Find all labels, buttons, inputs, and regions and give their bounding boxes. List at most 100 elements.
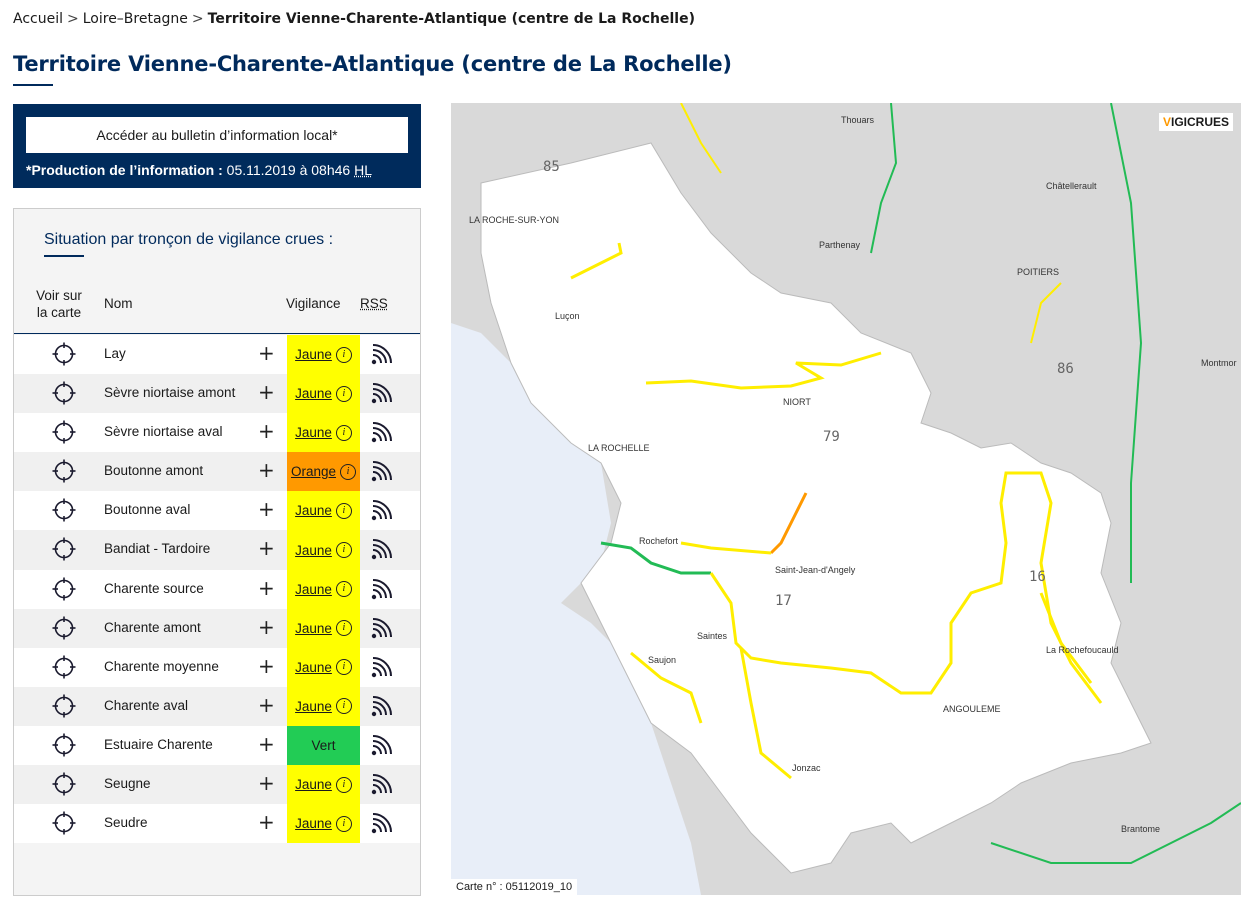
rss-feed-icon[interactable] xyxy=(370,461,394,483)
rss-feed-icon[interactable] xyxy=(370,383,394,405)
info-icon[interactable]: i xyxy=(335,659,352,676)
troncon-row: Charente aval + Jaune i xyxy=(14,686,420,726)
production-timezone: HL xyxy=(354,162,372,178)
expand-plus-icon[interactable]: + xyxy=(258,499,275,519)
column-header-map: Voir sur la carte xyxy=(32,287,86,321)
expand-plus-icon[interactable]: + xyxy=(258,382,275,402)
panel-title-underline xyxy=(44,255,84,257)
column-header-rss[interactable]: RSS xyxy=(360,296,388,311)
info-icon[interactable]: i xyxy=(335,581,352,598)
expand-plus-icon[interactable]: + xyxy=(258,460,275,480)
vigicrues-logo: VIGICRUES xyxy=(1158,113,1233,131)
map-town-label: Saint-Jean-d'Angely xyxy=(775,565,856,575)
production-value: 05.11.2019 à 08h46 xyxy=(226,162,351,178)
logo-letter: V xyxy=(1162,115,1171,129)
rss-feed-icon[interactable] xyxy=(370,539,394,561)
locate-on-map-icon[interactable] xyxy=(52,577,76,601)
expand-plus-icon[interactable]: + xyxy=(258,578,275,598)
troncon-row: Seudre + Jaune i xyxy=(14,804,420,844)
info-icon[interactable]: i xyxy=(335,620,352,637)
expand-plus-icon[interactable]: + xyxy=(258,343,275,363)
column-header-vigilance: Vigilance xyxy=(286,296,341,311)
rss-feed-icon[interactable] xyxy=(370,734,394,757)
locate-on-map-icon[interactable] xyxy=(52,459,76,483)
info-icon[interactable]: i xyxy=(335,502,352,519)
vigilance-level-label: Jaune xyxy=(295,425,332,441)
info-icon[interactable]: i xyxy=(335,424,352,441)
vigilance-level-label: Jaune xyxy=(295,620,332,636)
vigilance-level-badge[interactable]: Jaune i xyxy=(287,530,360,570)
rss-feed-icon[interactable] xyxy=(370,774,394,796)
info-icon[interactable]: i xyxy=(335,346,352,363)
vigilance-level-badge[interactable]: Orange i xyxy=(287,452,360,492)
vigilance-level-label: Jaune xyxy=(295,581,332,597)
rss-feed-icon[interactable] xyxy=(370,422,394,444)
troncon-row: Charente source + Jaune i xyxy=(14,569,420,609)
locate-on-map-icon[interactable] xyxy=(52,420,76,444)
info-icon[interactable]: i xyxy=(335,815,352,832)
rss-feed-icon[interactable] xyxy=(370,500,394,522)
vigilance-level-badge[interactable]: Jaune i xyxy=(287,491,360,531)
vigilance-level-badge[interactable]: Jaune i xyxy=(287,374,360,414)
locate-on-map-icon[interactable] xyxy=(52,733,76,757)
vigilance-level-badge[interactable]: Jaune i xyxy=(287,647,360,687)
troncon-name: Seudre xyxy=(104,815,148,831)
vigilance-level-badge[interactable]: Jaune i xyxy=(287,686,360,726)
troncon-row: Sèvre niortaise aval + Jaune i xyxy=(14,413,420,453)
map-town-label: Jonzac xyxy=(792,763,821,773)
troncon-name: Bandiat - Tardoire xyxy=(104,541,211,557)
vigilance-level-label: Orange xyxy=(290,464,337,480)
rss-feed-icon[interactable] xyxy=(370,344,394,366)
map-town-label: Châtellerault xyxy=(1046,181,1097,191)
locate-on-map-icon[interactable] xyxy=(52,381,76,405)
info-icon[interactable]: i xyxy=(335,776,352,793)
expand-plus-icon[interactable]: + xyxy=(258,538,275,558)
troncon-name: Charente aval xyxy=(104,697,189,713)
expand-plus-icon[interactable]: + xyxy=(258,695,275,715)
map-canvas[interactable] xyxy=(451,103,1241,895)
expand-plus-icon[interactable]: + xyxy=(258,734,275,754)
expand-plus-icon[interactable]: + xyxy=(258,812,275,832)
rss-feed-icon[interactable] xyxy=(370,813,394,835)
map-department-number: 17 xyxy=(775,593,792,609)
bulletin-button[interactable]: Accéder au bulletin d’information local* xyxy=(26,117,408,153)
expand-plus-icon[interactable]: + xyxy=(258,656,275,676)
vigilance-level-badge[interactable]: Jaune i xyxy=(287,569,360,609)
rss-feed-icon[interactable] xyxy=(370,695,394,718)
vigilance-level-badge[interactable]: Jaune i xyxy=(287,804,360,844)
expand-plus-icon[interactable]: + xyxy=(258,421,275,441)
info-icon[interactable]: i xyxy=(340,463,357,480)
breadcrumb-home[interactable]: Accueil xyxy=(13,11,63,27)
vigilance-level-badge[interactable]: Jaune i xyxy=(287,765,360,805)
locate-on-map-icon[interactable] xyxy=(52,498,76,522)
troncon-name: Charente amont xyxy=(104,619,201,635)
troncon-list: Lay + Jaune i Sèvre niortaise amont + Jaune i Sè… xyxy=(14,335,420,844)
map-town-label: Saintes xyxy=(697,631,728,641)
locate-on-map-icon[interactable] xyxy=(52,616,76,640)
breadcrumb-region[interactable]: Loire–Bretagne xyxy=(83,11,188,27)
vigilance-level-badge[interactable]: Jaune i xyxy=(287,608,360,648)
locate-on-map-icon[interactable] xyxy=(52,694,76,718)
info-icon[interactable]: i xyxy=(335,698,352,715)
rss-feed-icon[interactable] xyxy=(370,617,394,640)
expand-plus-icon[interactable]: + xyxy=(258,773,275,793)
vigilance-map[interactable]: VIGICRUES Thouars Châtellerault LA ROCHE-S… xyxy=(451,103,1241,895)
locate-on-map-icon[interactable] xyxy=(52,655,76,679)
vigilance-level-badge[interactable]: Jaune i xyxy=(287,335,360,375)
rss-feed-icon[interactable] xyxy=(370,578,394,601)
info-icon[interactable]: i xyxy=(335,542,352,559)
troncon-name: Sèvre niortaise aval xyxy=(104,424,223,440)
rss-feed-icon[interactable] xyxy=(370,656,394,679)
locate-on-map-icon[interactable] xyxy=(52,772,76,796)
troncon-name: Seugne xyxy=(104,776,151,792)
locate-on-map-icon[interactable] xyxy=(52,342,76,366)
vigilance-level-badge: Vert xyxy=(287,725,360,766)
map-department-number: 85 xyxy=(543,159,560,175)
expand-plus-icon[interactable]: + xyxy=(258,617,275,637)
locate-on-map-icon[interactable] xyxy=(52,811,76,835)
info-icon[interactable]: i xyxy=(335,385,352,402)
locate-on-map-icon[interactable] xyxy=(52,537,76,561)
vigilance-level-label: Jaune xyxy=(295,347,332,363)
vigilance-level-badge[interactable]: Jaune i xyxy=(287,413,360,453)
info-box: Accéder au bulletin d’information local*… xyxy=(13,104,421,188)
